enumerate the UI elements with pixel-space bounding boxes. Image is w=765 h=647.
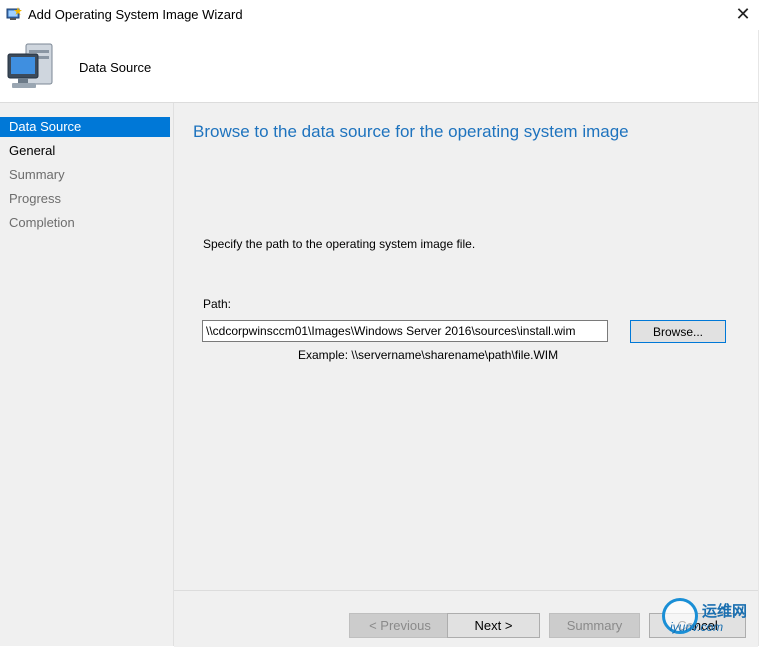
- step-progress[interactable]: Progress: [0, 189, 170, 209]
- title-bar: Add Operating System Image Wizard ✕: [0, 0, 765, 30]
- next-button[interactable]: Next >: [447, 613, 540, 638]
- step-data-source[interactable]: Data Source: [0, 117, 170, 137]
- step-completion[interactable]: Completion: [0, 213, 170, 233]
- window-title: Add Operating System Image Wizard: [28, 7, 243, 22]
- computer-icon: [7, 43, 53, 88]
- watermark-text-cn: 运维网: [702, 603, 748, 620]
- browse-button[interactable]: Browse...: [630, 320, 726, 343]
- summary-button[interactable]: Summary: [549, 613, 640, 638]
- wizard-content: Browse to the data source for the operat…: [174, 103, 758, 590]
- path-label: Path:: [203, 297, 232, 311]
- instruction-text: Specify the path to the operating system…: [203, 237, 476, 251]
- path-example-text: Example: \\servername\sharename\path\fil…: [298, 348, 559, 362]
- wizard-app-icon: [6, 7, 22, 20]
- wizard-steps-sidebar: Data Source General Summary Progress Com…: [0, 103, 174, 646]
- close-button[interactable]: ✕: [729, 2, 757, 28]
- site-watermark: 运维网 iyunv.com: [660, 596, 760, 642]
- header-title: Data Source: [79, 60, 152, 75]
- step-general[interactable]: General: [0, 141, 170, 161]
- previous-button[interactable]: < Previous: [349, 613, 451, 638]
- path-input[interactable]: [202, 320, 608, 342]
- page-heading: Browse to the data source for the operat…: [193, 122, 629, 141]
- wizard-header: Data Source: [0, 30, 765, 103]
- step-summary[interactable]: Summary: [0, 165, 170, 185]
- window-right-border: [758, 30, 765, 646]
- watermark-text-domain: iyunv.com: [670, 620, 724, 634]
